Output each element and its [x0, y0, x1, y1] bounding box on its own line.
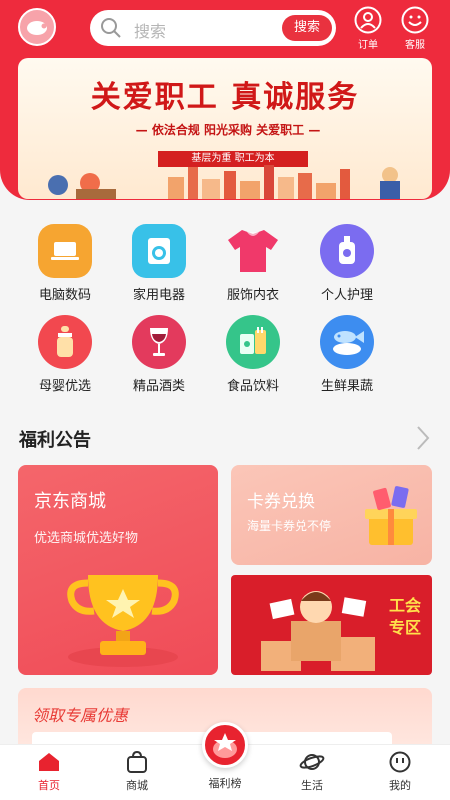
pig-logo-icon [27, 21, 47, 35]
category-label: 服饰内衣 [226, 288, 279, 303]
food-icon [226, 315, 280, 369]
tab-mine[interactable]: 我的 [370, 751, 430, 793]
search-button[interactable]: 搜索 [282, 15, 332, 41]
mascot-icon [213, 733, 237, 758]
union-zone-card[interactable]: 工会专区 [231, 575, 432, 675]
category-label: 个人护理 [320, 288, 373, 303]
app-logo [18, 8, 56, 46]
coupon-exchange-card[interactable]: 卡券兑换 海量卡券兑不停 [231, 465, 432, 565]
tab-label: 生活 [301, 779, 323, 792]
face-icon [389, 751, 411, 773]
shopping-bag-icon [127, 751, 147, 773]
search-icon [101, 18, 121, 38]
union-mascot-illustration [261, 591, 375, 671]
tab-mall[interactable]: 商城 [107, 751, 167, 793]
wine-glass-icon [132, 315, 186, 369]
coupon-title: 卡券兑换 [247, 492, 315, 512]
coupon-subtitle: 海量卡券兑不停 [247, 519, 332, 533]
tab-home[interactable]: 首页 [19, 751, 79, 793]
orders-label: 订单 [358, 40, 378, 51]
home-icon [39, 753, 59, 771]
welfare-ranking-center-button[interactable] [202, 722, 248, 768]
chevron-right-icon[interactable] [414, 424, 432, 452]
baby-bottle-icon [38, 315, 92, 369]
exclusive-offer-title: 领取专属优惠 [32, 706, 129, 725]
search-placeholder[interactable]: 搜索 [134, 18, 166, 42]
category-label: 家用电器 [132, 288, 185, 303]
search-bar[interactable]: 搜索 搜索 [90, 10, 336, 46]
user-icon [354, 6, 382, 34]
category-fresh[interactable]: 生鲜果蔬 [307, 315, 387, 394]
tab-label: 首页 [38, 779, 60, 792]
category-baby[interactable]: 母婴优选 [25, 315, 105, 394]
jd-mall-card[interactable]: 京东商城 优选商城优选好物 [18, 465, 218, 675]
jd-mall-subtitle: 优选商城优选好物 [34, 531, 139, 546]
gift-box-icon [365, 486, 417, 545]
category-computers[interactable]: 电脑数码 [25, 224, 105, 303]
category-label: 母婴优选 [38, 379, 91, 394]
category-label: 精品酒类 [132, 379, 185, 394]
banner-slogans: — 依法合规 阳光采购 关爱职工 — [135, 123, 321, 137]
category-appliances[interactable]: 家用电器 [119, 224, 199, 303]
trophy-icon [67, 575, 179, 667]
fish-icon [320, 315, 374, 369]
banner-title: 关爱职工 真诚服务 [90, 80, 360, 115]
tab-label: 我的 [389, 779, 411, 792]
tab-label: 商城 [126, 779, 148, 792]
promo-banner[interactable]: 关爱职工 真诚服务 — 依法合规 阳光采购 关爱职工 — 基层为重 职工为本 [18, 58, 432, 199]
smile-icon [401, 6, 429, 34]
laptop-icon [38, 224, 92, 278]
category-label: 电脑数码 [38, 288, 91, 303]
tab-label: 福利榜 [208, 777, 242, 790]
union-zone-title: 工会专区 [388, 596, 421, 637]
category-food[interactable]: 食品饮料 [213, 315, 293, 394]
service-label: 客服 [405, 40, 425, 51]
bottle-icon [320, 224, 374, 278]
city-skyline-illustration [48, 165, 400, 199]
tshirt-icon [226, 224, 280, 278]
category-apparel[interactable]: 服饰内衣 [213, 224, 293, 303]
orders-button[interactable]: 订单 [348, 6, 388, 51]
tab-life[interactable]: 生活 [282, 751, 342, 793]
category-label: 生鲜果蔬 [320, 379, 373, 394]
jd-mall-title: 京东商城 [34, 491, 106, 512]
category-label: 食品饮料 [226, 379, 279, 394]
planet-icon [299, 754, 325, 770]
tab-ranking[interactable]: 福利榜 [195, 775, 255, 791]
service-button[interactable]: 客服 [395, 6, 435, 51]
category-wine[interactable]: 精品酒类 [119, 315, 199, 394]
category-personal-care[interactable]: 个人护理 [307, 224, 387, 303]
section-title-welfare: 福利公告 [19, 430, 91, 451]
washer-icon [132, 224, 186, 278]
